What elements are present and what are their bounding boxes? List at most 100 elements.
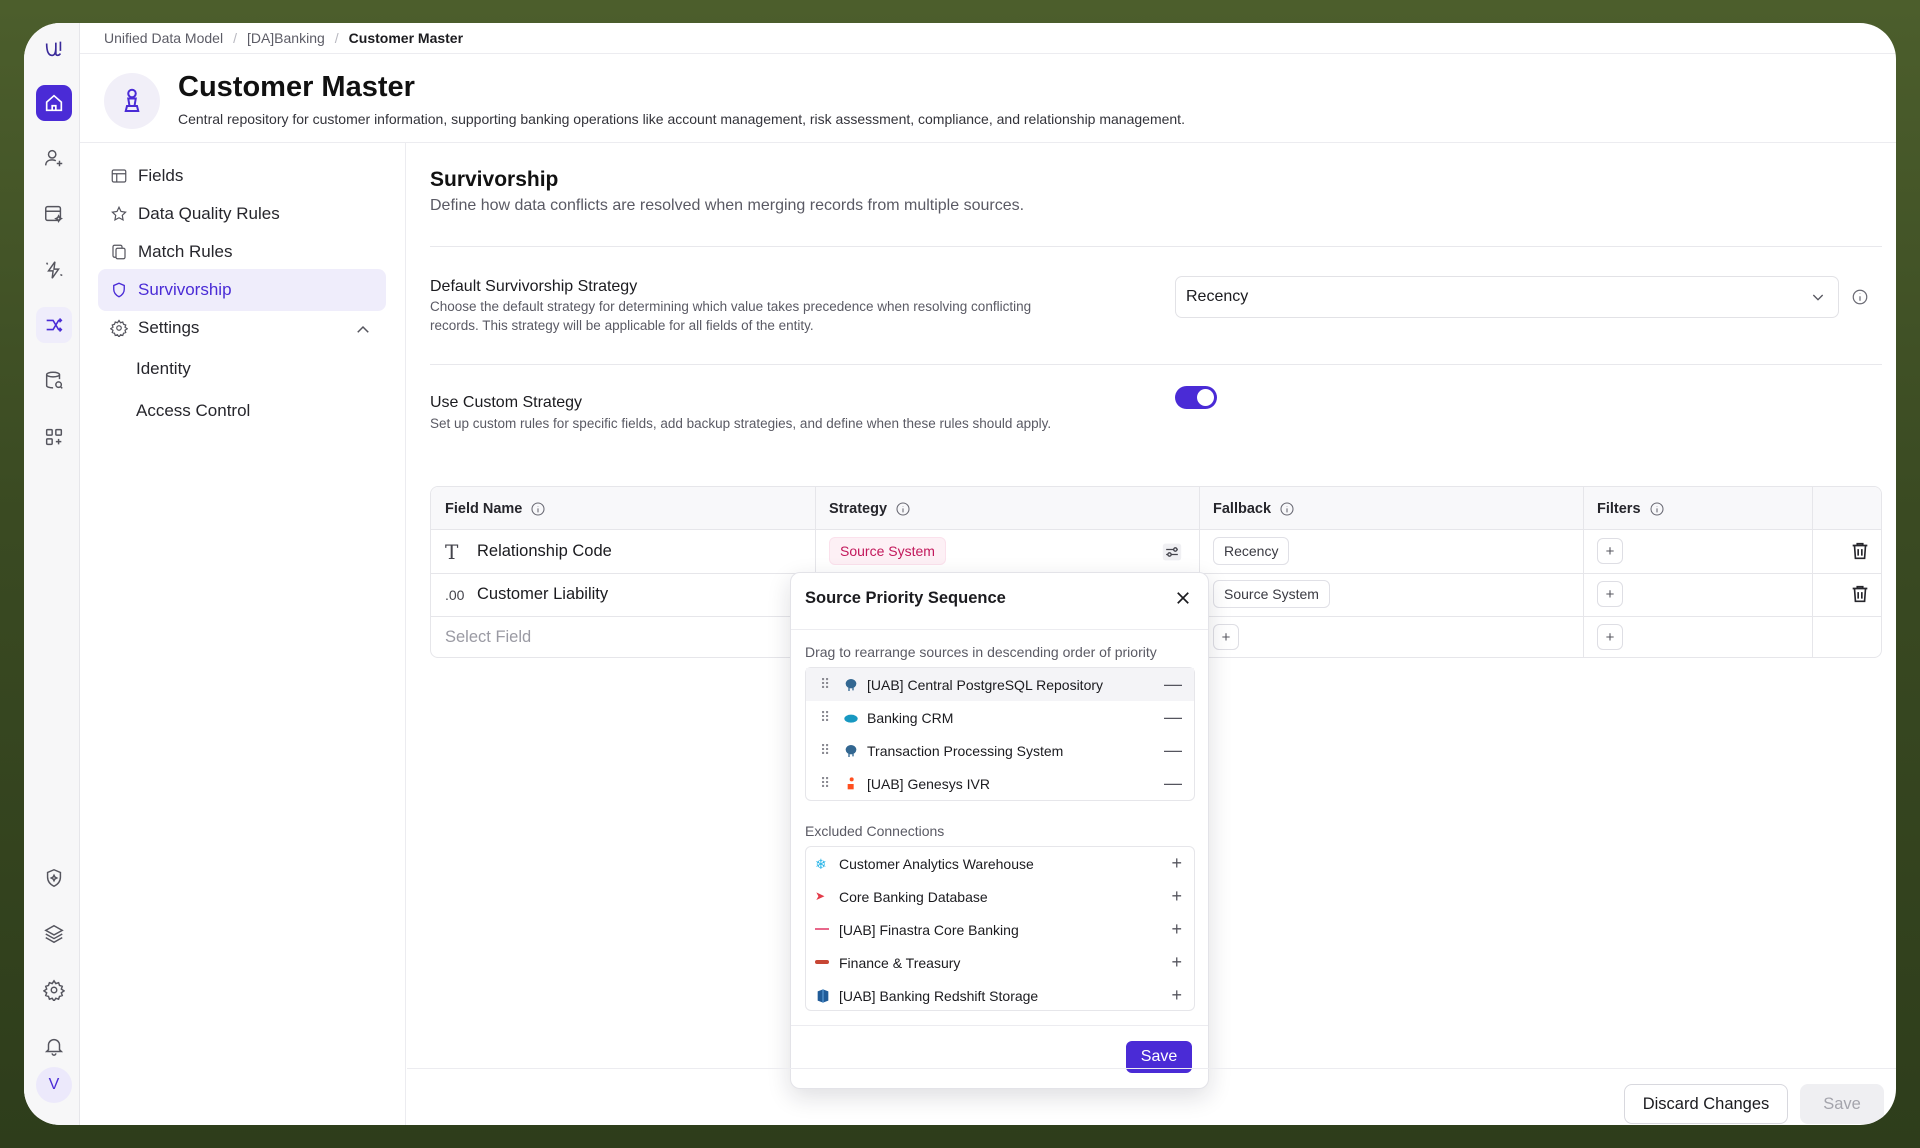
popover-title: Source Priority Sequence — [805, 589, 1006, 607]
section-description: Define how data conflicts are resolved w… — [430, 197, 1025, 214]
info-icon[interactable] — [1649, 501, 1665, 517]
default-strategy-label: Default Survivorship Strategy — [430, 278, 638, 295]
drag-handle-icon[interactable]: ⠿ — [820, 676, 830, 693]
priority-item[interactable]: ⠿ [UAB] Central PostgreSQL Repository — — [806, 668, 1194, 701]
add-filter-button[interactable]: + — [1597, 581, 1623, 607]
genesys-icon — [847, 776, 854, 789]
trash-icon[interactable] — [1849, 583, 1871, 605]
remove-source-button[interactable]: — — [1164, 773, 1182, 794]
nav-item-access-control[interactable]: Access Control — [136, 401, 250, 421]
select-field-input[interactable]: Select Field — [445, 616, 531, 657]
priority-item[interactable]: ⠿ [UAB] Genesys IVR — — [806, 767, 1194, 800]
number-type-icon: .00 — [445, 586, 465, 603]
database-search-icon[interactable] — [36, 363, 72, 399]
entity-nav: Fields Data Quality Rules Match Rules Su… — [80, 143, 406, 1125]
gear-icon — [110, 319, 128, 337]
shield-sparkle-icon[interactable] — [36, 860, 72, 896]
fallback-chip[interactable]: Recency — [1213, 537, 1290, 565]
column-header-fallback: Fallback — [1213, 487, 1295, 530]
info-icon[interactable] — [895, 501, 911, 517]
remove-source-button[interactable]: — — [1164, 740, 1182, 761]
save-button[interactable]: Save — [1800, 1084, 1884, 1124]
breadcrumb: Unified Data Model / [DA]Banking / Custo… — [104, 30, 464, 46]
drag-handle-icon[interactable]: ⠿ — [820, 775, 830, 792]
breadcrumb-item[interactable]: Unified Data Model — [104, 30, 223, 46]
excluded-item: [UAB] Finastra Core Banking + — [806, 913, 1194, 946]
nav-item-fields[interactable]: Fields — [98, 155, 386, 197]
finastra-icon — [815, 928, 829, 930]
star-icon — [111, 205, 127, 222]
survivorship-panel: Survivorship Define how data conflicts a… — [407, 143, 1896, 1125]
add-fallback-button[interactable]: + — [1213, 624, 1239, 650]
postgres-icon — [845, 744, 857, 757]
excluded-list: ❄ Customer Analytics Warehouse + ➤ Core … — [805, 846, 1195, 1011]
settings-sliders-icon[interactable] — [1161, 542, 1183, 562]
home-icon[interactable] — [36, 85, 72, 121]
custom-strategy-label: Use Custom Strategy — [430, 394, 583, 411]
default-strategy-select[interactable]: Recency — [1175, 276, 1839, 318]
add-filter-button[interactable]: + — [1597, 538, 1623, 564]
add-source-button[interactable]: + — [1171, 886, 1182, 907]
nav-item-identity[interactable]: Identity — [136, 359, 191, 379]
discard-changes-button[interactable]: Discard Changes — [1624, 1084, 1788, 1124]
snowflake-icon: ❄ — [815, 855, 827, 872]
add-source-button[interactable]: + — [1171, 985, 1182, 1006]
nav-item-match-rules[interactable]: Match Rules — [98, 231, 386, 273]
bell-icon[interactable] — [36, 1028, 72, 1064]
nav-item-settings[interactable]: Settings — [98, 307, 386, 349]
nav-item-survivorship[interactable]: Survivorship — [98, 269, 386, 311]
avatar[interactable]: V — [36, 1067, 72, 1103]
user-settings-icon[interactable] — [36, 140, 72, 176]
priority-item[interactable]: ⠿ Banking CRM — — [806, 701, 1194, 734]
column-header-filters: Filters — [1597, 487, 1665, 530]
data-sparkle-icon[interactable] — [36, 196, 72, 232]
table-icon — [111, 169, 127, 183]
popover-instruction: Drag to rearrange sources in descending … — [805, 644, 1157, 660]
excluded-item: ❄ Customer Analytics Warehouse + — [815, 853, 1182, 874]
icon-rail: V — [24, 23, 80, 1125]
add-source-button[interactable]: + — [1171, 919, 1182, 940]
priority-item[interactable]: ⠿ Transaction Processing System — — [806, 734, 1194, 767]
add-source-button[interactable]: + — [1171, 853, 1182, 874]
flash-sparkle-icon[interactable] — [36, 252, 72, 288]
app-window: V Unified Data Model / [DA]Banking / Cus… — [24, 23, 1896, 1125]
remove-source-button[interactable]: — — [1164, 707, 1182, 728]
gear-icon[interactable] — [36, 972, 72, 1008]
merge-icon[interactable] — [36, 307, 72, 343]
custom-strategy-toggle[interactable] — [1175, 386, 1217, 409]
drag-handle-icon[interactable]: ⠿ — [820, 742, 830, 759]
trash-icon[interactable] — [1849, 540, 1871, 562]
source-priority-popover: Source Priority Sequence Drag to rearran… — [790, 572, 1209, 1089]
breadcrumb-current: Customer Master — [348, 30, 464, 46]
strategy-chip[interactable]: Source System — [829, 537, 946, 565]
info-icon[interactable] — [530, 501, 546, 517]
remove-source-button[interactable]: — — [1164, 674, 1182, 695]
breadcrumb-item[interactable]: [DA]Banking — [247, 30, 325, 46]
column-header-strategy: Strategy — [829, 487, 911, 530]
chevron-up-icon[interactable] — [354, 321, 372, 339]
section-title: Survivorship — [430, 168, 559, 191]
info-icon[interactable] — [1851, 288, 1869, 306]
text-type-icon: T — [445, 539, 459, 564]
arrow-icon: ➤ — [815, 888, 826, 903]
page-title: Customer Master — [178, 71, 415, 103]
logo-icon — [36, 31, 72, 67]
drag-handle-icon[interactable]: ⠿ — [820, 709, 830, 726]
page-description: Central repository for customer informat… — [178, 111, 1185, 127]
excluded-item: Finance & Treasury + — [806, 946, 1194, 979]
layers-icon[interactable] — [36, 916, 72, 952]
shield-icon — [113, 282, 125, 298]
chevron-down-icon — [1812, 294, 1824, 301]
apps-add-icon[interactable] — [36, 419, 72, 455]
add-filter-button[interactable]: + — [1597, 624, 1623, 650]
add-source-button[interactable]: + — [1171, 952, 1182, 973]
nav-item-data-quality-rules[interactable]: Data Quality Rules — [98, 193, 386, 235]
excluded-label: Excluded Connections — [805, 823, 945, 839]
excluded-item: [UAB] Banking Redshift Storage + — [806, 979, 1194, 1012]
custom-strategy-desc: Set up custom rules for specific fields,… — [430, 416, 1052, 431]
close-icon[interactable] — [1174, 589, 1192, 607]
info-icon[interactable] — [1279, 501, 1295, 517]
fallback-chip[interactable]: Source System — [1213, 580, 1330, 608]
postgres-icon — [845, 678, 857, 691]
table-row-field: .00 Customer Liability — [445, 585, 609, 603]
